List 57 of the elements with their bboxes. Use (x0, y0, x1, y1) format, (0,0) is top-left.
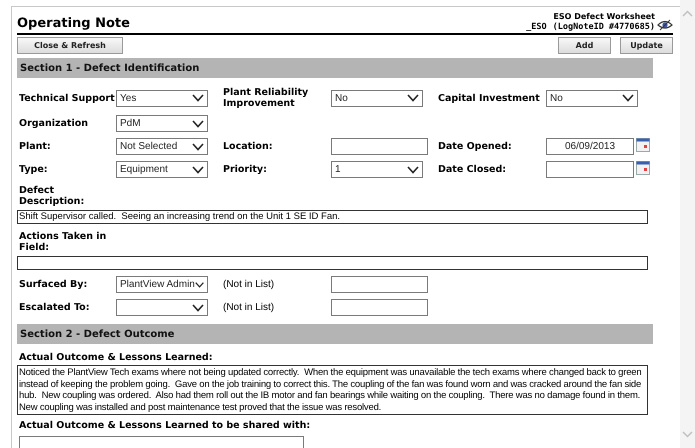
text-field[interactable] (17, 256, 648, 270)
date-field[interactable]: 06/09/2013 (546, 138, 634, 155)
worksheet-label: ESO Defect Worksheet (553, 12, 655, 22)
dropdown[interactable]: Not Selected (116, 138, 208, 155)
section-title: Section 1 - Defect Identification (20, 62, 200, 76)
field-label: Technical Support (19, 92, 116, 104)
dropdown-caret-icon (194, 280, 204, 288)
dropdown[interactable]: Equipment (116, 161, 208, 178)
field-label: (Not in List) (223, 301, 274, 315)
input-field[interactable] (331, 276, 428, 293)
calendar-icon[interactable] (636, 138, 650, 152)
field-label: Actual Outcome & Lessons Learned: (18, 352, 214, 363)
button[interactable]: Update (620, 37, 673, 54)
dropdown-caret-icon (192, 166, 204, 174)
prefix-label: _ESO (526, 22, 547, 32)
log-id-label: (LogNoteID #4770685) (552, 22, 655, 32)
field-label: (Not in List) (223, 278, 274, 292)
dropdown[interactable]: 1 (331, 161, 423, 178)
field-label: Type: (19, 164, 49, 175)
dropdown-caret-icon (192, 142, 204, 150)
dropdown-caret-icon (192, 94, 204, 102)
field-label: Defect Description: (18, 185, 86, 207)
field-label: Date Opened: (438, 141, 513, 152)
eye-icon[interactable] (657, 18, 673, 32)
page-title: Operating Note (17, 15, 130, 33)
field-label: Organization (19, 118, 90, 129)
dropdown[interactable]: PlantView Admin (116, 276, 208, 293)
text-area[interactable]: Noticed the PlantView Tech exams where not being updated correctly. When the equipment was unavailable the tech exams where changed back to green instead of keeping the problem going. Gave on the job training to correct this. The coupling of the fan was found worn and was cracked around the fan side hub. New coupling was ordered. Also had them roll out the IB motor and fan bearings while waiting on the coupling. There was no damage found in them. New coupling was installed and post maintenance test proved that the issue was resolved. (17, 365, 648, 415)
dropdown-caret-icon (622, 94, 634, 102)
field-label: Surfaced By: (19, 279, 88, 290)
dropdown-caret-icon (407, 94, 419, 102)
section-title: Section 2 - Defect Outcome (20, 328, 174, 342)
button[interactable]: Close & Refresh (17, 37, 123, 54)
dropdown-caret-icon (192, 304, 204, 312)
field-label: Priority: (223, 164, 268, 175)
text-field[interactable]: Shift Supervisor called. Seeing an increasing trend on the Unit 1 SE ID Fan. (17, 210, 648, 224)
dropdown[interactable]: Yes (116, 90, 208, 106)
field-label: Plant: (19, 141, 52, 152)
field-label: Escalated To: (19, 302, 90, 313)
input-field[interactable] (331, 138, 428, 155)
button[interactable]: Add (558, 37, 611, 54)
date-field[interactable] (546, 161, 634, 178)
dropdown[interactable] (116, 299, 208, 316)
input-field[interactable] (331, 299, 428, 316)
field-label: Location: (223, 141, 274, 152)
dropdown[interactable]: No (546, 90, 638, 106)
field-label: Actions Taken in Field: (18, 231, 108, 253)
calendar-icon[interactable] (636, 161, 650, 175)
field-label: Date Closed: (438, 164, 508, 175)
field-label: Plant Reliability Improvement (223, 87, 310, 109)
dropdown-caret-icon (192, 120, 204, 128)
field-label: Actual Outcome & Lessons Learned to be shared with: (18, 420, 310, 431)
dropdown[interactable]: No (331, 90, 423, 106)
field-label: Capital Investment (438, 92, 541, 104)
dropdown[interactable]: PdM (116, 115, 208, 132)
input-field[interactable] (19, 436, 304, 448)
dropdown-caret-icon (407, 166, 419, 174)
